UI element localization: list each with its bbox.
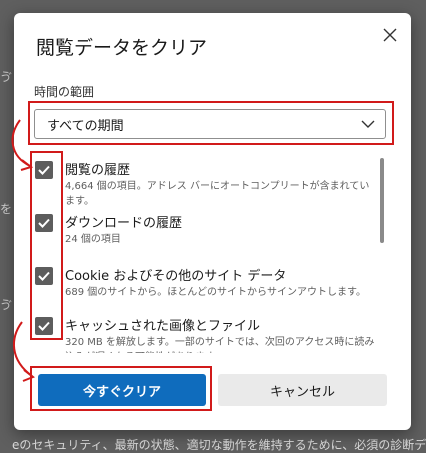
- background-text: を: [0, 202, 13, 216]
- item-description: 24 個の項目: [65, 234, 121, 245]
- checkmark-icon: [38, 271, 50, 281]
- time-range-select[interactable]: すべての期間: [34, 109, 386, 139]
- item-description: 689 個のサイトから。ほとんどのサイトからサインアウトします。: [65, 287, 366, 298]
- time-range-label: 時間の範囲: [34, 85, 95, 99]
- item-description: 4,664 個の項目。アドレス バーにオートコンプリートが含まれています。: [65, 181, 370, 207]
- close-button[interactable]: [378, 23, 402, 47]
- checkbox-browsing-history[interactable]: [35, 161, 53, 179]
- checkmark-icon: [38, 321, 50, 331]
- item-title: Cookie およびその他のサイト データ: [65, 269, 287, 284]
- background-bottom-text: eのセキュリティ、最新の状態、適切な動作を維持するために、必須の診断デ: [12, 438, 426, 452]
- checkmark-icon: [38, 165, 50, 175]
- item-description: 320 MB を解放します。一部のサイトでは、次回のアクセス時に読み込みが遅くな…: [65, 337, 375, 353]
- checkbox-cookies[interactable]: [35, 267, 53, 285]
- checkmark-icon: [38, 218, 50, 228]
- item-title: 閲覧の履歴: [65, 163, 131, 178]
- time-range-value: すべての期間: [47, 118, 124, 134]
- clear-browsing-data-dialog: 閲覧データをクリア 時間の範囲 すべての期間 閲覧の履歴 4,664 個の項目。…: [14, 13, 411, 430]
- chevron-down-icon: [361, 120, 375, 128]
- close-icon: [383, 28, 397, 42]
- checkbox-cache[interactable]: [35, 317, 53, 335]
- scrollbar-thumb[interactable]: [380, 158, 384, 243]
- item-title: キャッシュされた画像とファイル: [65, 319, 261, 334]
- checkbox-download-history[interactable]: [35, 214, 53, 232]
- clear-now-button[interactable]: 今すぐクリア: [38, 374, 206, 406]
- item-title: ダウンロードの履歴: [65, 216, 183, 231]
- data-type-list[interactable]: 閲覧の履歴 4,664 個の項目。アドレス バーにオートコンプリートが含まれてい…: [30, 153, 378, 353]
- dialog-title: 閲覧データをクリア: [36, 37, 208, 59]
- cancel-button[interactable]: キャンセル: [218, 374, 387, 406]
